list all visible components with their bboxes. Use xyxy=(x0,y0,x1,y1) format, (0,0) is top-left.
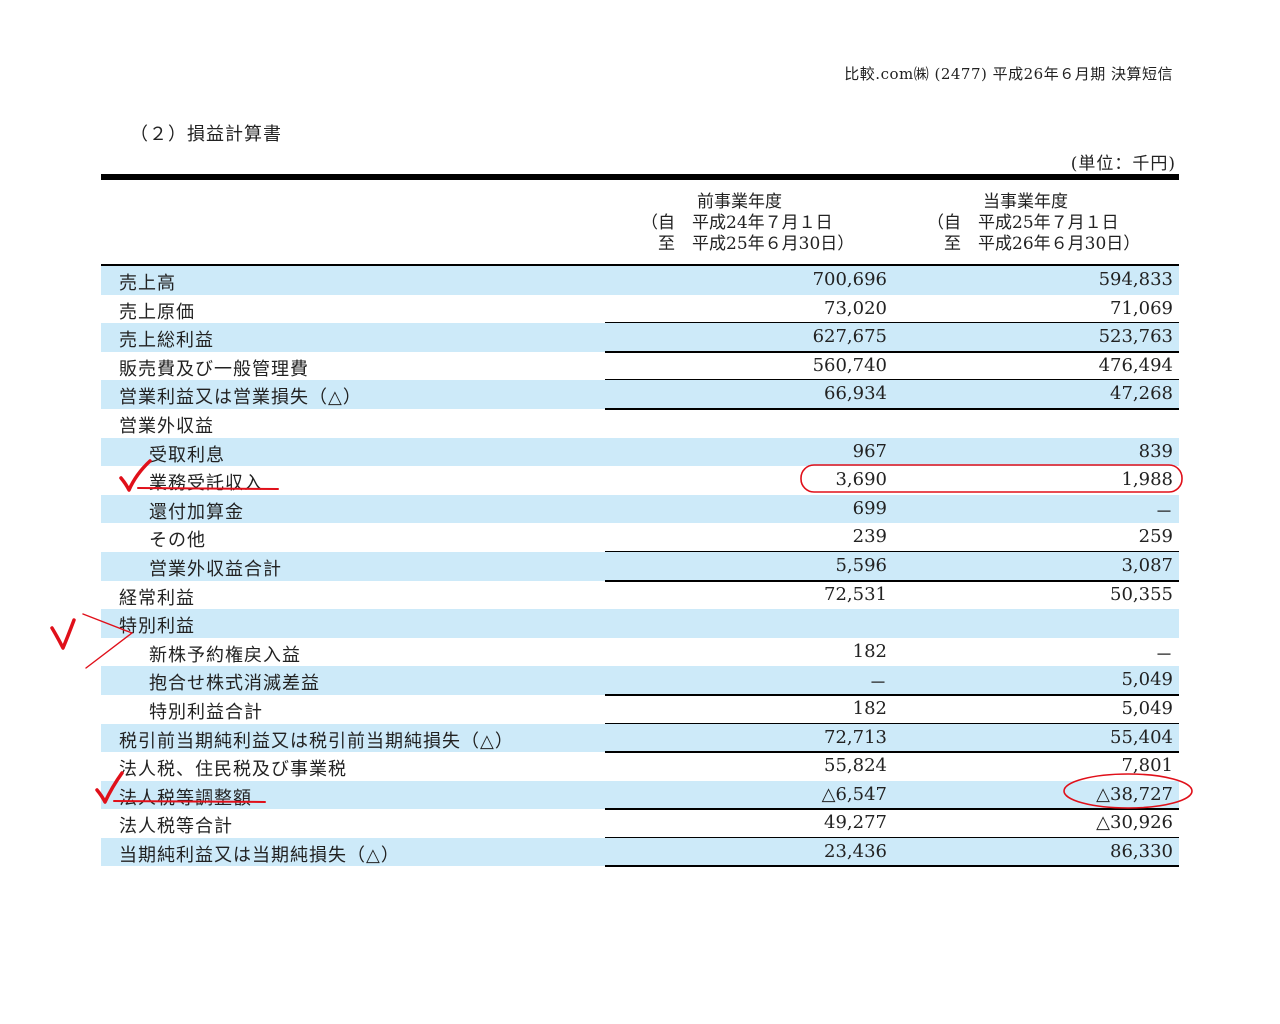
table-row: 売上原価 73,020 71,069 xyxy=(101,295,1179,324)
prev-value: 699 xyxy=(852,497,887,519)
table-row: 新株予約権戻入益 182 － xyxy=(101,638,1179,667)
row-label: 法人税、住民税及び事業税 xyxy=(119,759,347,781)
table-row: 経常利益 72,531 50,355 xyxy=(101,581,1179,610)
curr-value: 55,404 xyxy=(1110,726,1173,748)
table-row: 売上総利益 627,675 523,763 xyxy=(101,323,1179,353)
curr-value: 47,268 xyxy=(1110,383,1173,405)
curr-value: 1,988 xyxy=(1121,469,1173,491)
table-row: 法人税、住民税及び事業税 55,824 7,801 xyxy=(101,752,1179,781)
row-label: 法人税等合計 xyxy=(119,816,233,838)
row-label: 販売費及び一般管理費 xyxy=(119,358,309,380)
curr-value: 3,087 xyxy=(1121,554,1173,576)
row-label: 経常利益 xyxy=(119,587,195,609)
curr-value: 7,801 xyxy=(1121,755,1173,777)
table-row: 還付加算金 699 － xyxy=(101,494,1179,524)
prev-value: 967 xyxy=(852,440,887,462)
table-row: 受取利息 967 839 xyxy=(101,437,1179,467)
curr-value: 839 xyxy=(1138,440,1173,462)
row-label: 営業外収益合計 xyxy=(149,558,282,580)
row-label: 税引前当期純利益又は税引前当期純損失（△） xyxy=(119,730,514,752)
curr-value: △38,727 xyxy=(1096,783,1173,805)
table-row: 抱合せ株式消滅差益 － 5,049 xyxy=(101,666,1179,696)
curr-period-from: （自 平成25年７月１日 xyxy=(927,213,1119,233)
curr-value: 50,355 xyxy=(1110,583,1173,605)
table-row: 特別利益 xyxy=(101,609,1179,638)
table-row: 販売費及び一般管理費 560,740 476,494 xyxy=(101,352,1179,381)
prev-value: 182 xyxy=(852,697,887,719)
curr-value: 594,833 xyxy=(1098,269,1173,290)
prev-value: 23,436 xyxy=(824,840,887,862)
curr-value: 523,763 xyxy=(1098,326,1173,348)
curr-period-to: 至 平成26年６月30日） xyxy=(927,234,1141,254)
curr-value: 5,049 xyxy=(1121,697,1173,719)
income-statement-table: 前事業年度 （自 平成24年７月１日 至 平成25年６月30日） 当事業年度 （… xyxy=(101,174,1179,868)
prev-period-title: 前事業年度 xyxy=(697,192,782,212)
curr-value: △30,926 xyxy=(1096,812,1173,834)
section-title: （２）損益計算書 xyxy=(130,124,282,145)
prev-value: 73,020 xyxy=(824,297,887,319)
row-label: 当期純利益又は当期純損失（△） xyxy=(119,844,400,866)
row-label: 還付加算金 xyxy=(149,501,244,523)
prev-period-from: （自 平成24年７月１日 xyxy=(641,213,833,233)
curr-period-title: 当事業年度 xyxy=(983,192,1068,212)
prev-value: 560,740 xyxy=(812,354,887,376)
prev-value: 5,596 xyxy=(835,554,887,576)
row-label: 業務受託収入 xyxy=(149,473,263,495)
prev-value: 700,696 xyxy=(812,269,887,290)
table-row: 法人税等合計 49,277 △30,926 xyxy=(101,809,1179,839)
row-label: 特別利益合計 xyxy=(149,701,263,723)
table-row: 営業外収益合計 5,596 3,087 xyxy=(101,551,1179,582)
prev-period-to: 至 平成25年６月30日） xyxy=(641,234,855,254)
unit-label: (単位：千円) xyxy=(1070,154,1176,174)
row-label: 新株予約権戻入益 xyxy=(149,644,301,666)
prev-value: 55,824 xyxy=(824,755,887,777)
row-label: 売上原価 xyxy=(119,301,195,323)
table-row: 当期純利益又は当期純損失（△） 23,436 86,330 xyxy=(101,837,1179,868)
check-mark-icon xyxy=(50,618,76,650)
prev-value: 72,531 xyxy=(824,583,887,605)
row-label: 売上総利益 xyxy=(119,330,214,352)
curr-period-header: 当事業年度 （自 平成25年７月１日 至 平成26年６月30日） xyxy=(927,192,1140,255)
prev-period-header: 前事業年度 （自 平成24年７月１日 至 平成25年６月30日） xyxy=(641,192,854,255)
curr-value: 5,049 xyxy=(1121,669,1173,691)
row-label: 受取利息 xyxy=(149,444,225,466)
company-header: 比較.com㈱ (2477) 平成26年６月期 決算短信 xyxy=(844,65,1173,83)
table-row: 売上高 700,696 594,833 xyxy=(101,266,1179,295)
row-label: 特別利益 xyxy=(119,616,195,638)
curr-value: 71,069 xyxy=(1110,297,1173,319)
table-row: 法人税等調整額 △6,547 △38,727 xyxy=(101,780,1179,810)
row-label: 抱合せ株式消滅差益 xyxy=(149,673,320,695)
curr-value: 476,494 xyxy=(1098,354,1173,376)
curr-value: 86,330 xyxy=(1110,840,1173,862)
table-row: 特別利益合計 182 5,049 xyxy=(101,695,1179,725)
row-label: 法人税等調整額 xyxy=(119,787,252,809)
row-label: 営業利益又は営業損失（△） xyxy=(119,387,362,409)
curr-value: － xyxy=(1155,644,1173,666)
prev-value: － xyxy=(869,673,887,695)
table-row: その他 239 259 xyxy=(101,523,1179,553)
table-row: 営業外収益 xyxy=(101,409,1179,438)
prev-value: 627,675 xyxy=(812,326,887,348)
row-label: その他 xyxy=(149,530,206,552)
curr-value: － xyxy=(1155,501,1173,523)
prev-value: 239 xyxy=(852,526,887,548)
prev-value: △6,547 xyxy=(821,783,887,805)
row-label: 売上高 xyxy=(119,273,176,294)
table-row: 税引前当期純利益又は税引前当期純損失（△） 72,713 55,404 xyxy=(101,723,1179,753)
table-row: 営業利益又は営業損失（△） 66,934 47,268 xyxy=(101,380,1179,410)
prev-value: 49,277 xyxy=(824,812,887,834)
table-body: 売上高 700,696 594,833 売上原価 73,020 71,069 売上総利益… xyxy=(101,266,1179,868)
table-row: 業務受託収入 3,690 1,988 xyxy=(101,466,1179,495)
prev-value: 72,713 xyxy=(824,726,887,748)
row-label: 営業外収益 xyxy=(119,415,214,437)
curr-value: 259 xyxy=(1138,526,1173,548)
prev-value: 66,934 xyxy=(824,383,887,405)
prev-value: 3,690 xyxy=(835,469,887,491)
table-header: 前事業年度 （自 平成24年７月１日 至 平成25年６月30日） 当事業年度 （… xyxy=(101,180,1179,266)
prev-value: 182 xyxy=(852,640,887,662)
